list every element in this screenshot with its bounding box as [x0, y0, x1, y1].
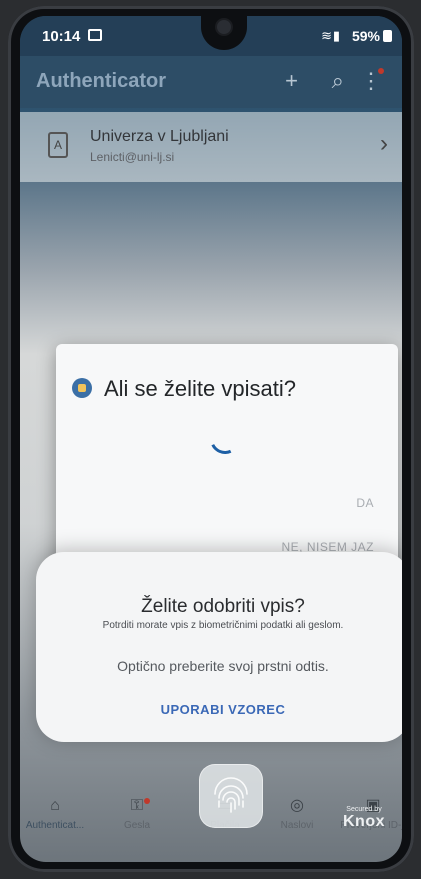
account-list-item[interactable]: A Univerza v Ljubljani Lenicti@uni-lj.si… — [20, 112, 402, 182]
fingerprint-icon — [214, 777, 248, 813]
account-name: Univerza v Ljubljani — [90, 128, 229, 145]
authenticator-lock-icon — [72, 378, 92, 398]
app-title: Authenticator — [36, 70, 166, 92]
status-bar: 10:14 ≋ ▮ 59% — [20, 16, 402, 56]
front-camera-icon — [217, 20, 231, 34]
account-email: Lenicti@uni-lj.si — [90, 150, 175, 164]
loading-spinner — [205, 419, 245, 459]
nav-label: Naslovi — [280, 820, 314, 831]
biometric-instruction: Optično preberite svoj prstni odtis. — [117, 658, 329, 674]
gallery-notification-icon — [88, 29, 102, 41]
home-icon: ⌂ — [50, 797, 60, 814]
account-avatar: A — [48, 132, 68, 158]
knox-logo: Knox — [343, 813, 385, 830]
phone-frame: 10:14 ≋ ▮ 59% Authenticator + ⌕ ⋮ A Univ… — [8, 6, 414, 872]
key-icon: ⚿ — [130, 797, 144, 814]
nav-item-addresses[interactable]: ◎ Naslovi — [262, 796, 332, 831]
biometric-subtitle: Potrditi morate vpis z biometričnimi pod… — [102, 620, 344, 631]
battery-icon — [383, 30, 392, 42]
nav-label: Gesla — [123, 820, 151, 831]
battery-percentage: 59% — [351, 28, 380, 44]
camera-notch — [201, 16, 247, 50]
app-bar: Authenticator + ⌕ ⋮ — [20, 56, 402, 108]
approve-button[interactable]: DA — [356, 496, 374, 510]
knox-secured-by: Secured by — [346, 806, 382, 813]
knox-badge: Secured by Knox — [336, 806, 392, 840]
notification-dot — [144, 798, 150, 804]
system-back-button[interactable]: ‹ — [318, 858, 325, 862]
nav-item-passwords[interactable]: ⚿ Gesla — [102, 796, 172, 831]
sign-in-dialog: Ali se želite vpisati? DA NE, NISEM JAZ — [56, 344, 398, 574]
biometric-title: Želite odobriti vpis? — [141, 596, 305, 617]
signal-icon: ▮ — [332, 28, 340, 43]
use-pattern-button[interactable]: UPORABI VZOREC — [156, 702, 290, 717]
chevron-right-icon: › — [380, 130, 388, 157]
dialog-title: Ali se želite vpisati? — [104, 376, 296, 401]
nav-label: Authenticat... — [25, 820, 85, 831]
location-icon: ◎ — [290, 797, 304, 814]
nav-item-authenticator[interactable]: ⌂ Authenticat... — [20, 796, 90, 831]
notification-dot — [378, 68, 384, 74]
fingerprint-sensor[interactable] — [199, 764, 263, 828]
wifi-icon: ≋ — [321, 28, 332, 43]
plus-icon[interactable]: + — [285, 68, 298, 94]
status-time: 10:14 — [42, 28, 81, 45]
search-icon[interactable]: ⌕ — [332, 68, 344, 94]
biometric-prompt-sheet: Želite odobriti vpis? Potrditi morate vp… — [36, 552, 402, 742]
screen: 10:14 ≋ ▮ 59% Authenticator + ⌕ ⋮ A Univ… — [20, 16, 402, 862]
